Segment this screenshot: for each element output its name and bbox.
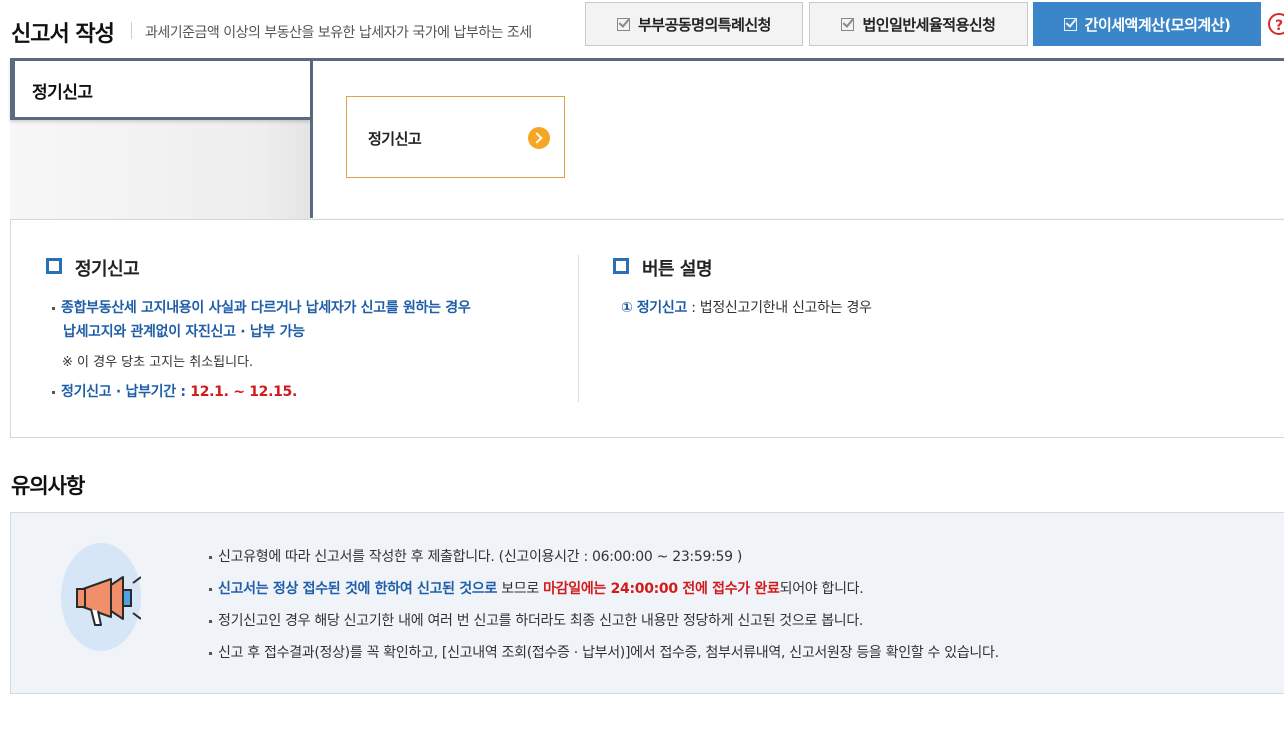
option-label: 정기신고	[368, 130, 422, 148]
period-label: 정기신고 · 납부기간 :	[61, 384, 191, 400]
bullet-dot	[52, 390, 55, 394]
item-description: : 법정신고기한내 신고하는 경우	[687, 300, 872, 316]
notice-item-4: 신고 후 접수결과(정상)를 꼭 확인하고, [신고내역 조회(접수증 · 납부…	[209, 642, 999, 662]
tab-panel-shade	[10, 120, 310, 220]
bullet-dot	[209, 619, 212, 623]
corporate-general-rate-button[interactable]: 법인일반세율적용신청	[809, 2, 1028, 46]
info-divider	[578, 255, 579, 402]
square-bullet-icon	[613, 258, 632, 277]
button-label: 부부공동명의특례신청	[637, 15, 772, 34]
regular-filing-option-card[interactable]: 정기신고	[346, 96, 565, 178]
notice-text: 되어야 합니다.	[779, 581, 864, 597]
title-divider	[131, 22, 132, 39]
item-number: ①	[621, 300, 633, 316]
checkbox-icon	[1063, 17, 1077, 31]
simple-tax-calculation-button[interactable]: 간이세액계산(모의계산)	[1033, 2, 1261, 46]
bullet-dot	[209, 555, 212, 559]
info-bullet-2: 정기신고 · 납부기간 : 12.1. ~ 12.15.	[52, 381, 297, 401]
info-bullet-1: 종합부동산세 고지내용이 사실과 다르거나 납세자가 신고를 원하는 경우	[52, 297, 471, 317]
page-title: 신고서 작성	[11, 22, 115, 47]
notice-title: 유의사항	[11, 474, 85, 498]
bullet-text: 납세고지와 관계없이 자진신고 · 납부 가능	[63, 324, 305, 340]
chevron-right-icon	[528, 127, 550, 149]
notice-box	[10, 512, 1284, 694]
bullet-dot	[209, 587, 212, 591]
period-value: 12.1. ~ 12.15.	[190, 384, 298, 400]
info-bullet-1-cont: 납세고지와 관계없이 자진신고 · 납부 가능	[63, 321, 305, 341]
info-note: ※ 이 경우 당초 고지는 취소됩니다.	[62, 355, 254, 370]
joint-ownership-special-button[interactable]: 부부공동명의특례신청	[585, 2, 803, 46]
bullet-dot	[209, 651, 212, 655]
notice-text-deadline: 마감일에는 24:00:00 전에 접수가 완료	[543, 581, 780, 597]
notice-text: 신고유형에 따라 신고서를 작성한 후 제출합니다. (신고이용시간 : 06:…	[218, 549, 743, 565]
button-label: 간이세액계산(모의계산)	[1084, 15, 1231, 34]
notice-item-2: 신고서는 정상 접수된 것에 한하여 신고된 것으로 보므로 마감일에는 24:…	[209, 578, 864, 598]
help-icon[interactable]: ?	[1268, 13, 1284, 35]
checkbox-icon	[841, 17, 855, 31]
checkbox-icon	[616, 17, 630, 31]
notice-text-highlight: 신고서는 정상 접수된 것에 한하여 신고된 것으로	[218, 581, 498, 597]
tab-regular-filing[interactable]: 정기신고	[10, 58, 310, 120]
tab-label: 정기신고	[32, 83, 93, 103]
notice-text: 정기신고인 경우 해당 신고기한 내에 여러 번 신고를 하더라도 최종 신고한…	[218, 613, 864, 629]
square-bullet-icon	[46, 258, 65, 277]
item-label: 정기신고	[636, 300, 688, 316]
notice-item-1: 신고유형에 따라 신고서를 작성한 후 제출합니다. (신고이용시간 : 06:…	[209, 546, 742, 566]
notice-text: 보므로	[497, 581, 544, 597]
notice-text: 신고 후 접수결과(정상)를 꼭 확인하고, [신고내역 조회(접수증 · 납부…	[218, 645, 999, 661]
bullet-dot	[52, 306, 55, 310]
notice-item-3: 정기신고인 경우 해당 신고기한 내에 여러 번 신고를 하더라도 최종 신고한…	[209, 610, 863, 630]
section-title-button-description: 버튼 설명	[642, 259, 713, 280]
bullet-text: 종합부동산세 고지내용이 사실과 다르거나 납세자가 신고를 원하는 경우	[61, 300, 471, 316]
button-label: 법인일반세율적용신청	[862, 15, 996, 34]
section-title-regular-filing: 정기신고	[75, 259, 140, 280]
megaphone-icon	[61, 543, 142, 651]
page-description: 과세기준금액 이상의 부동산을 보유한 납세자가 국가에 납부하는 조세	[145, 25, 532, 41]
button-description-item: ① 정기신고 : 법정신고기한내 신고하는 경우	[621, 297, 872, 317]
